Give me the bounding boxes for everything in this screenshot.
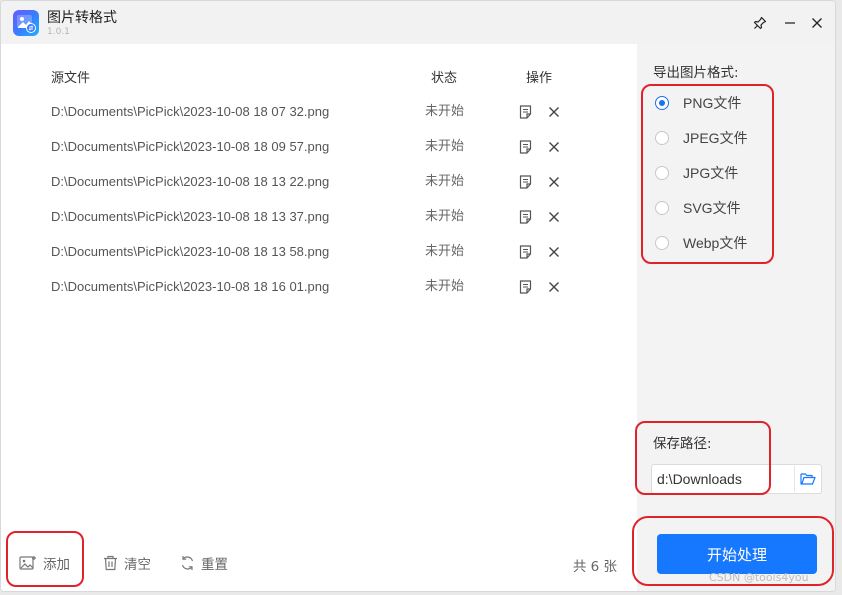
minimize-icon [785, 22, 795, 24]
app-version: 1.0.1 [47, 27, 70, 37]
view-file-button[interactable] [517, 209, 533, 225]
format-option-label: JPEG文件 [683, 130, 748, 146]
remove-file-button[interactable] [546, 279, 562, 295]
view-file-button[interactable] [517, 174, 533, 190]
refresh-icon [181, 556, 194, 570]
file-status: 未开始 [425, 209, 465, 224]
file-path: D:\Documents\PicPick\2023-10-08 18 13 37… [51, 209, 330, 224]
save-path-label: 保存路径: [653, 436, 712, 452]
table-row: D:\Documents\PicPick\2023-10-08 18 13 37… [1, 207, 637, 242]
radio-button[interactable] [655, 201, 669, 215]
remove-file-button[interactable] [546, 209, 562, 225]
close-icon [549, 177, 559, 187]
close-icon [549, 212, 559, 222]
save-path-input[interactable] [657, 471, 797, 487]
format-label: 导出图片格式: [653, 65, 739, 81]
header-source: 源文件 [51, 71, 91, 86]
table-row: D:\Documents\PicPick\2023-10-08 18 09 57… [1, 137, 637, 172]
folder-open-icon [799, 473, 816, 485]
start-processing-button[interactable]: 开始处理 [657, 534, 817, 574]
table-row: D:\Documents\PicPick\2023-10-08 18 07 32… [1, 102, 637, 137]
close-icon [549, 142, 559, 152]
radio-button[interactable] [655, 131, 669, 145]
file-status: 未开始 [425, 174, 465, 189]
table-row: D:\Documents\PicPick\2023-10-08 18 13 58… [1, 242, 637, 277]
save-path-field [651, 464, 822, 494]
close-icon [549, 282, 559, 292]
remove-file-button[interactable] [546, 139, 562, 155]
format-option[interactable]: JPEG文件 [655, 128, 748, 148]
view-file-button[interactable] [517, 244, 533, 260]
trash-icon [104, 555, 117, 571]
view-file-button[interactable] [517, 104, 533, 120]
document-icon [519, 245, 531, 259]
document-icon [519, 105, 531, 119]
add-button[interactable]: 添加 [19, 552, 70, 574]
document-icon [519, 210, 531, 224]
close-icon [549, 247, 559, 257]
file-list-panel: 源文件 状态 操作 D:\Documents\PicPick\2023-10-0… [1, 44, 637, 591]
close-button[interactable] [807, 13, 827, 33]
clear-label: 清空 [124, 557, 151, 573]
format-option[interactable]: PNG文件 [655, 93, 741, 113]
table-row: D:\Documents\PicPick\2023-10-08 18 16 01… [1, 277, 637, 312]
add-image-icon [19, 556, 36, 570]
watermark: CSDN @tools4you [709, 571, 809, 584]
header-action: 操作 [526, 71, 553, 86]
add-label: 添加 [43, 557, 70, 573]
title-bar: 图片转格式 1.0.1 [1, 1, 835, 44]
app-title: 图片转格式 [47, 10, 117, 26]
file-status: 未开始 [425, 139, 465, 154]
format-option-label: SVG文件 [683, 200, 741, 216]
radio-button[interactable] [655, 96, 669, 110]
close-icon [549, 107, 559, 117]
document-icon [519, 175, 531, 189]
file-status: 未开始 [425, 104, 465, 119]
clear-button[interactable]: 清空 [103, 552, 151, 574]
radio-button[interactable] [655, 166, 669, 180]
radio-button[interactable] [655, 236, 669, 250]
minimize-button[interactable] [780, 13, 800, 33]
reset-button[interactable]: 重置 [180, 552, 228, 574]
file-status: 未开始 [425, 244, 465, 259]
table-row: D:\Documents\PicPick\2023-10-08 18 13 22… [1, 172, 637, 207]
remove-file-button[interactable] [546, 244, 562, 260]
format-option[interactable]: SVG文件 [655, 198, 741, 218]
file-count: 共 6 张 [572, 559, 617, 575]
file-path: D:\Documents\PicPick\2023-10-08 18 09 57… [51, 139, 330, 154]
format-option-label: PNG文件 [683, 95, 742, 111]
footer-bar: 添加 清空 重置 共 6 张 [1, 539, 637, 589]
file-path: D:\Documents\PicPick\2023-10-08 18 13 22… [51, 174, 330, 189]
pin-icon [753, 16, 767, 30]
table-header: 源文件 状态 操作 [1, 67, 637, 87]
view-file-button[interactable] [517, 279, 533, 295]
reset-label: 重置 [201, 557, 228, 573]
view-file-button[interactable] [517, 139, 533, 155]
header-status: 状态 [431, 71, 458, 86]
remove-file-button[interactable] [546, 174, 562, 190]
file-path: D:\Documents\PicPick\2023-10-08 18 16 01… [51, 279, 330, 294]
format-option-label: Webp文件 [683, 235, 748, 251]
close-icon [812, 18, 822, 28]
format-option-label: JPG文件 [683, 165, 739, 181]
app-window: 图片转格式 1.0.1 源文件 状态 操作 D:\Documents\PicPi… [0, 0, 836, 592]
remove-file-button[interactable] [546, 104, 562, 120]
file-status: 未开始 [425, 279, 465, 294]
file-path: D:\Documents\PicPick\2023-10-08 18 13 58… [51, 244, 330, 259]
pin-button[interactable] [750, 13, 770, 33]
format-option[interactable]: Webp文件 [655, 233, 747, 253]
format-option[interactable]: JPG文件 [655, 163, 738, 183]
settings-panel: 导出图片格式: PNG文件 JPEG文件 JPG文件 SVG文件 Webp文件 保存路径… [637, 44, 835, 591]
document-icon [519, 140, 531, 154]
app-logo-icon [13, 10, 39, 36]
browse-folder-button[interactable] [794, 466, 820, 492]
file-path: D:\Documents\PicPick\2023-10-08 18 07 32… [51, 104, 330, 119]
document-icon [519, 280, 531, 294]
